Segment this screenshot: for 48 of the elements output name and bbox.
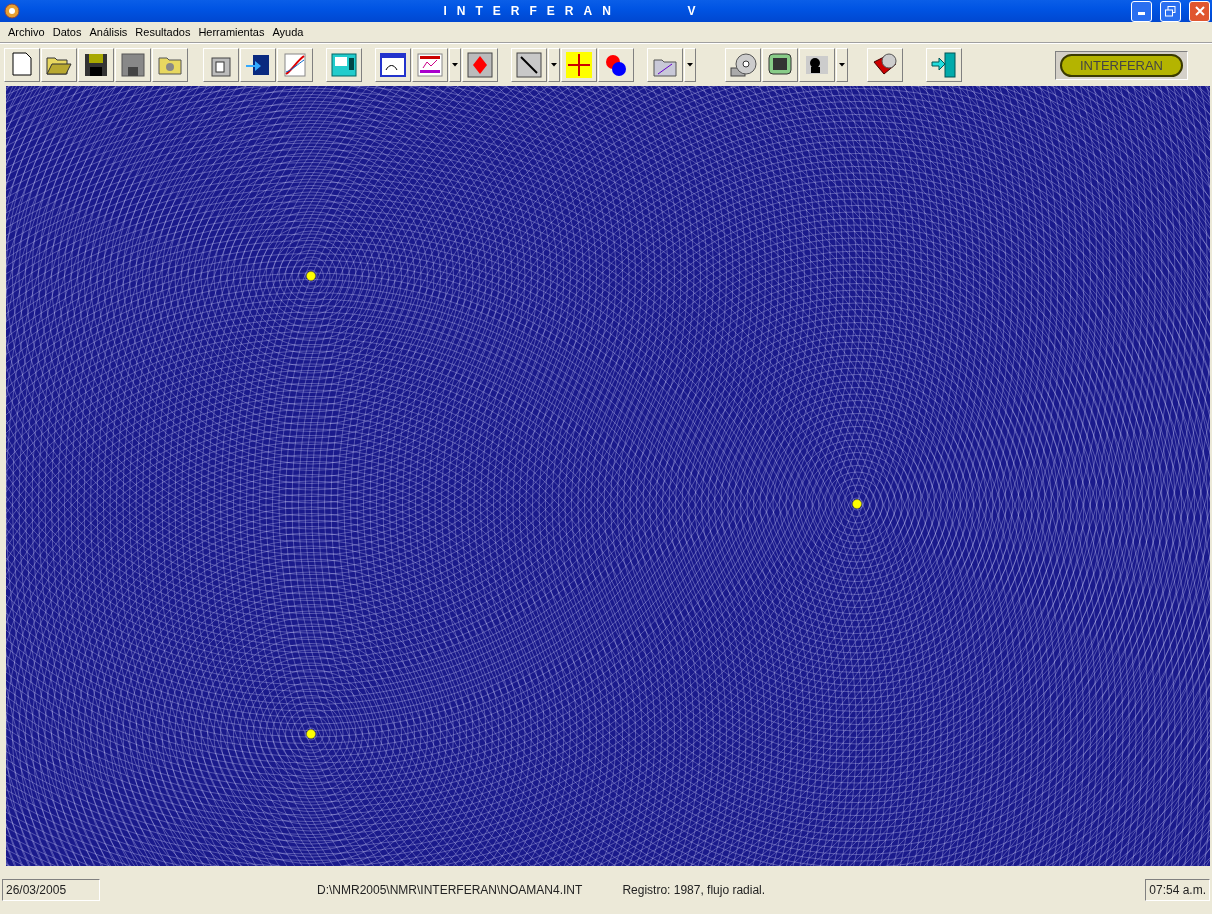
dropdown-button[interactable] <box>449 48 461 82</box>
caret-icon <box>687 63 693 67</box>
toolbar-button[interactable] <box>725 48 761 82</box>
dropdown-button[interactable] <box>836 48 848 82</box>
toolbar-button[interactable] <box>240 48 276 82</box>
exit-door-icon <box>929 50 959 80</box>
caret-icon <box>452 63 458 67</box>
toolbar-button[interactable] <box>799 48 835 82</box>
dropdown-button[interactable] <box>684 48 696 82</box>
monitor-chart-icon <box>329 50 359 80</box>
interferan-button[interactable]: INTERFERAN <box>1059 53 1183 77</box>
well-dot <box>306 729 316 739</box>
caret-icon <box>551 63 557 67</box>
menu-item[interactable]: Análisis <box>85 26 132 38</box>
menu-item[interactable]: Datos <box>48 26 86 38</box>
minimize-button[interactable] <box>1131 0 1152 22</box>
caret-icon <box>839 63 845 67</box>
app-icon <box>4 3 20 19</box>
toolbar-button[interactable] <box>375 48 411 82</box>
chart-window-icon <box>415 50 445 80</box>
status-date: 26/03/2005 <box>2 879 100 901</box>
window-title: INTERFERAN V <box>442 4 707 18</box>
well-dot <box>306 271 316 281</box>
close-icon <box>1194 6 1205 16</box>
menu-item[interactable]: Ayuda <box>268 26 308 38</box>
toolbar-button[interactable] <box>762 48 798 82</box>
window-gauge-icon <box>378 50 408 80</box>
menu-item[interactable]: Herramientas <box>194 26 269 38</box>
menu-item[interactable]: Archivo <box>4 26 49 38</box>
restore-icon <box>1165 5 1176 17</box>
toolbar-button[interactable] <box>867 48 903 82</box>
disabled-floppy-icon <box>118 50 148 80</box>
toolbar-button[interactable] <box>115 48 151 82</box>
menu-item[interactable]: Resultados <box>131 26 195 38</box>
toolbar-button[interactable] <box>598 48 634 82</box>
restore-button[interactable] <box>1160 0 1181 22</box>
status-record: Registro: 1987, flujo radial. <box>621 882 767 899</box>
status-path: D:\NMR2005\NMR\INTERFERAN\NOAMAN4.INT <box>316 882 584 899</box>
well-dot <box>852 499 862 509</box>
toolbar-button[interactable] <box>41 48 77 82</box>
dropdown-button[interactable] <box>548 48 560 82</box>
toolbar-button[interactable] <box>326 48 362 82</box>
axes-icon <box>564 50 594 80</box>
disc-drive-icon <box>728 50 758 80</box>
toolbar-button[interactable] <box>511 48 547 82</box>
toolbar-button[interactable] <box>78 48 114 82</box>
status-time: 07:54 a.m. <box>1145 879 1210 901</box>
close-button[interactable] <box>1189 0 1210 22</box>
